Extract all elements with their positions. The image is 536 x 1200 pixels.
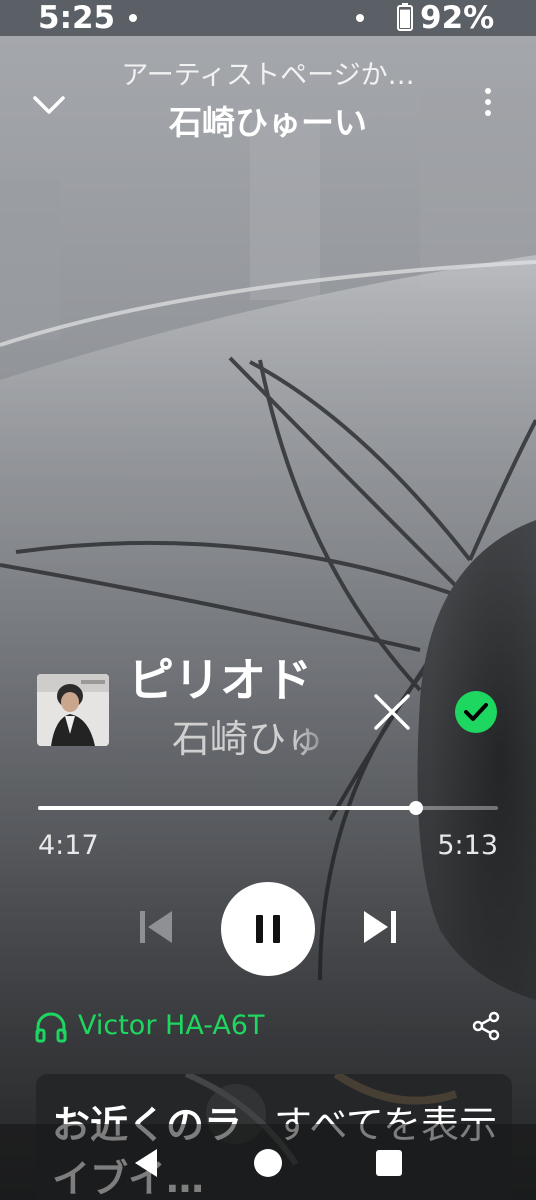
battery-icon xyxy=(397,3,413,31)
device-name: Victor HA-A6T xyxy=(78,1010,265,1041)
headphones-icon xyxy=(35,1012,67,1043)
share-icon[interactable] xyxy=(470,1010,502,1042)
home-circle-icon[interactable] xyxy=(254,1149,282,1177)
playing-from-context: アーティストページか… xyxy=(121,60,415,91)
track-title[interactable]: ピリオド xyxy=(128,648,312,712)
header-artist-name: 石崎ひゅーい xyxy=(169,103,367,142)
skip-previous-icon[interactable] xyxy=(136,906,176,948)
check-circle-icon[interactable] xyxy=(452,688,500,736)
notification-dot-icon xyxy=(356,14,364,22)
close-icon[interactable] xyxy=(366,686,418,738)
progress-bar-fill xyxy=(38,806,416,810)
track-artist[interactable]: 石崎ひゅ xyxy=(172,712,342,766)
progress-bar[interactable] xyxy=(38,801,498,815)
pause-icon xyxy=(256,915,280,943)
elapsed-time: 4:17 xyxy=(38,830,99,861)
recents-square-icon[interactable] xyxy=(376,1150,402,1176)
pause-button[interactable] xyxy=(221,882,315,976)
status-time: 5:25 xyxy=(38,0,116,36)
total-time: 5:13 xyxy=(437,830,498,861)
skip-next-icon[interactable] xyxy=(360,906,400,948)
notification-dot-icon xyxy=(129,14,137,22)
now-playing-screen: 5:25 92% アーティストページか… 石崎ひゅーい ピリオド 石崎ひゅ 4:… xyxy=(0,0,536,1200)
back-triangle-icon[interactable] xyxy=(131,1147,161,1179)
album-art[interactable] xyxy=(37,674,109,746)
progress-bar-handle[interactable] xyxy=(408,801,423,815)
album-art-image xyxy=(37,674,109,746)
more-vertical-icon[interactable] xyxy=(476,84,500,124)
battery-percent: 92% xyxy=(420,0,495,36)
status-bar: 5:25 92% xyxy=(0,0,536,36)
